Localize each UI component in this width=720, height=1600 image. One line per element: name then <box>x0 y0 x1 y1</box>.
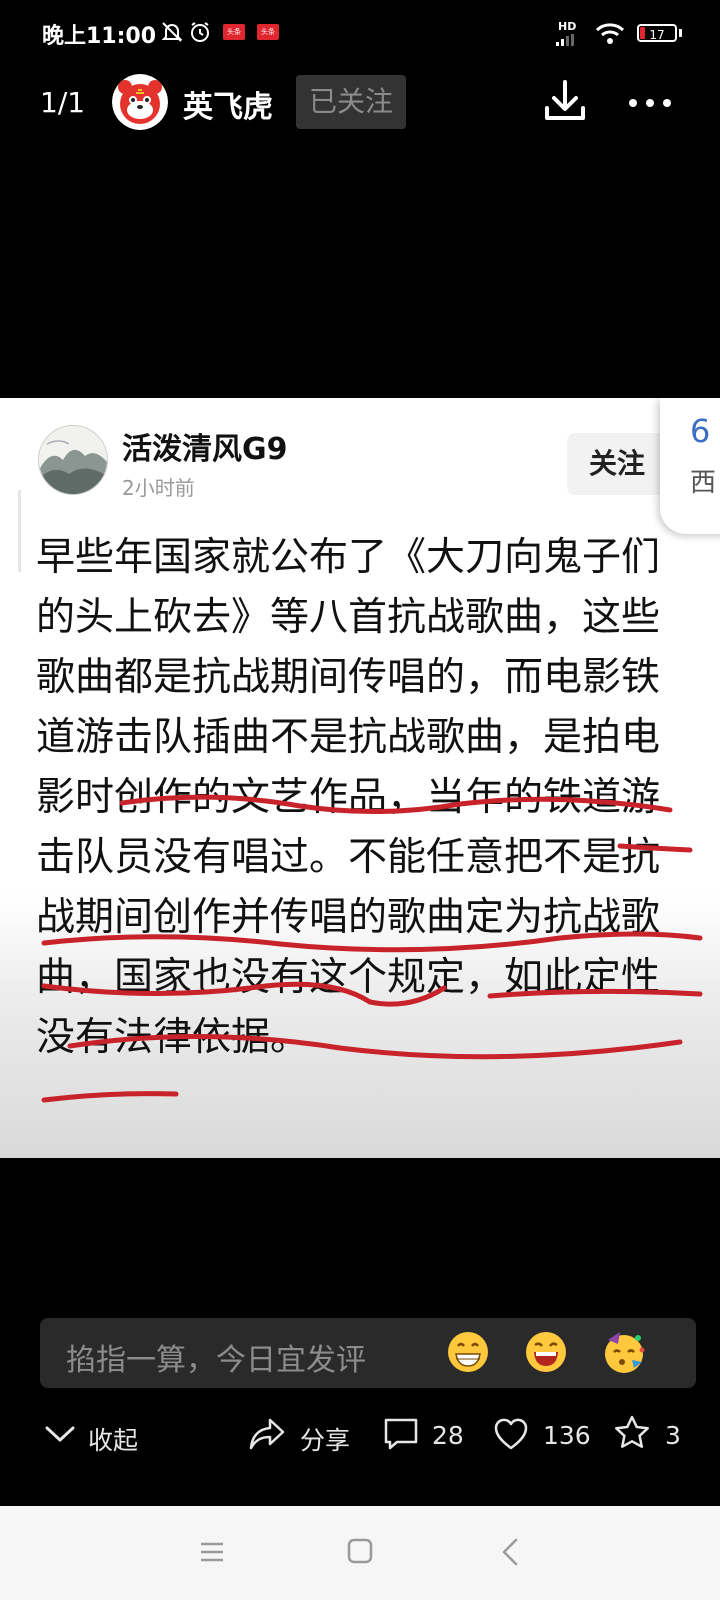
alarm-icon <box>191 22 209 42</box>
mute-bell-icon <box>161 22 183 42</box>
page-indicator: 1/1 <box>40 86 86 119</box>
signal-icon <box>556 34 574 46</box>
comment-input-placeholder: 掐指一算，今日宜发评 <box>66 1343 366 1378</box>
collapse-button[interactable]: 收起 <box>88 1421 138 1457</box>
news-app-notification-icon: 头条 <box>223 24 245 40</box>
home-icon[interactable] <box>347 1538 373 1564</box>
like-count[interactable]: 136 <box>543 1421 591 1450</box>
author-name[interactable]: 英飞虎 <box>183 82 273 126</box>
following-button[interactable]: 已关注 <box>296 75 406 129</box>
grinning-emoji-icon[interactable] <box>446 1330 490 1374</box>
network-hd-indicator: HD <box>558 20 577 33</box>
battery-level: 17 <box>649 28 665 42</box>
share-button[interactable]: 分享 <box>300 1421 350 1457</box>
recent-apps-icon[interactable] <box>199 1540 225 1564</box>
battery-icon: 17 <box>637 24 677 42</box>
status-time: 晚上11:00 <box>42 24 157 49</box>
battery-nub <box>679 29 682 37</box>
news-app-notification-icon: 头条 <box>257 24 279 40</box>
comment-count[interactable]: 28 <box>432 1421 464 1450</box>
favorite-star-icon[interactable] <box>613 1414 651 1450</box>
like-heart-icon[interactable] <box>493 1417 529 1451</box>
download-icon[interactable] <box>543 78 587 124</box>
more-options-icon[interactable] <box>628 98 672 108</box>
favorite-count[interactable]: 3 <box>665 1421 681 1450</box>
share-icon[interactable] <box>248 1417 286 1451</box>
collapse-chevron-icon[interactable] <box>44 1424 76 1444</box>
comment-icon[interactable] <box>383 1417 419 1451</box>
laughing-emoji-icon[interactable] <box>524 1330 568 1374</box>
author-avatar[interactable] <box>112 74 168 130</box>
back-icon[interactable] <box>500 1538 520 1566</box>
wifi-icon <box>595 23 625 44</box>
red-hand-underlines <box>41 794 703 1103</box>
party-emoji-icon[interactable] <box>600 1328 648 1376</box>
